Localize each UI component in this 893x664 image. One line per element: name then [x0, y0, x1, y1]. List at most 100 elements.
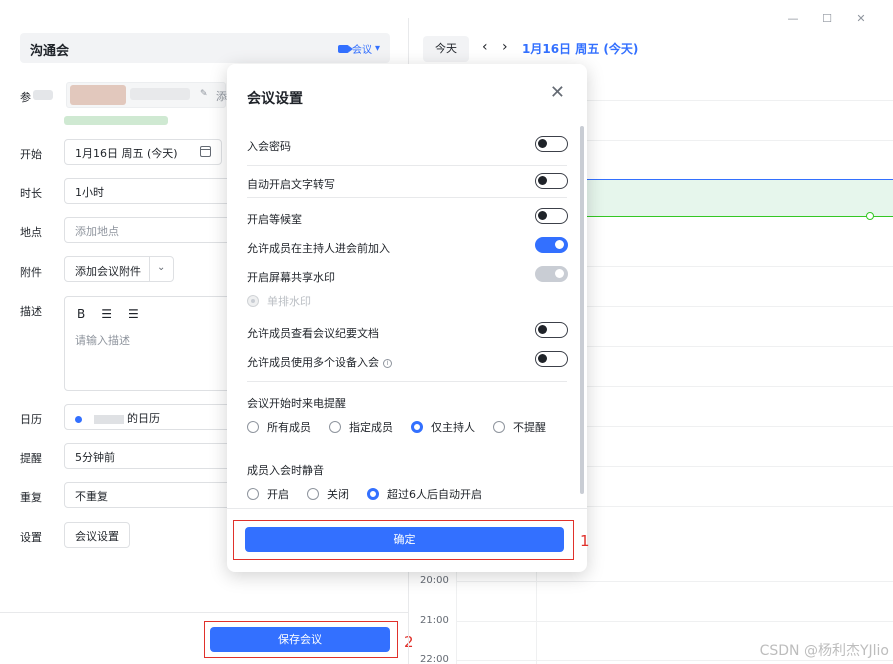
reminder-radio-group: 所有成员 指定成员 仅主持人 不提醒 [247, 419, 564, 435]
reminder-section-title: 会议开始时来电提醒 [247, 397, 346, 410]
description-editor[interactable]: B ☰ ☰ 请输入描述 [64, 296, 234, 391]
repeat-label: 重复 [20, 491, 42, 504]
start-date-field[interactable]: 1月16日 周五 (今天) [64, 139, 222, 165]
add-attachment-button[interactable]: 添加会议附件 [75, 263, 141, 279]
duration-field[interactable]: 1小时 [64, 178, 234, 204]
reminder-option-none[interactable]: 不提醒 [493, 419, 546, 435]
duration-value: 1小时 [75, 186, 104, 199]
option-waiting-room-label: 开启等候室 [247, 213, 302, 226]
toggle-multi-device[interactable] [535, 351, 568, 367]
calendar-select[interactable]: 的日历 [64, 404, 234, 430]
radio-reminder-host-only[interactable] [411, 421, 423, 433]
close-window-icon[interactable]: ✕ [855, 12, 867, 25]
mute-option-auto[interactable]: 超过6人后自动开启 [367, 486, 482, 502]
option-multi-device-label: 允许成员使用多个设备入会 i [247, 354, 392, 370]
save-meeting-button[interactable]: 保存会议 [210, 627, 390, 652]
maximize-icon[interactable]: ☐ [821, 12, 833, 25]
mute-option-off-label: 关闭 [327, 488, 349, 501]
reminder-option-none-label: 不提醒 [513, 421, 546, 434]
meeting-settings-button[interactable]: 会议设置 [64, 522, 130, 548]
toggle-waiting-room[interactable] [535, 208, 568, 224]
toggle-password[interactable] [535, 136, 568, 152]
calendar-color-dot [75, 415, 82, 423]
mute-option-on[interactable]: 开启 [247, 486, 289, 502]
confirm-button[interactable]: 确定 [245, 527, 564, 552]
duration-label: 时长 [20, 187, 42, 200]
event-title: 沟通会 [30, 44, 70, 59]
start-label: 开始 [20, 148, 42, 161]
meeting-type-dropdown[interactable]: 会议 ▾ [337, 41, 380, 56]
toggle-view-minutes[interactable] [535, 322, 568, 338]
meeting-settings-dialog: 会议设置 ✕ 入会密码 自动开启文字转写 开启等候室 允许成员在主持人进会前加入… [227, 64, 587, 572]
attachment-label: 附件 [20, 266, 42, 279]
location-field[interactable]: 添加地点 [64, 217, 234, 243]
location-label: 地点 [20, 226, 42, 239]
reminder-option-all-label: 所有成员 [267, 421, 311, 434]
attachment-button-group: 添加会议附件 ⌄ [64, 256, 174, 282]
time-label-20: 20:00 [420, 575, 449, 586]
resize-handle[interactable] [866, 212, 874, 220]
bullet-list-icon[interactable]: ☰ [128, 307, 139, 321]
meeting-settings-button-label: 会议设置 [75, 530, 119, 543]
reminder-option-all[interactable]: 所有成员 [247, 419, 311, 435]
time-label-21: 21:00 [420, 615, 449, 626]
time-label-22: 22:00 [420, 654, 449, 664]
calendar-date-title: 1月16日 周五 (今天) [522, 42, 639, 56]
settings-label: 设置 [20, 531, 42, 544]
radio-reminder-specified[interactable] [329, 421, 341, 433]
chevron-down-icon[interactable]: ⌄ [157, 262, 165, 273]
divider [247, 197, 567, 198]
radio-mute-auto[interactable] [367, 488, 379, 500]
reminder-option-specified-label: 指定成员 [349, 421, 393, 434]
option-transcription-label: 自动开启文字转写 [247, 178, 335, 191]
reminder-option-host-only[interactable]: 仅主持人 [411, 419, 475, 435]
repeat-select[interactable]: 不重复 [64, 482, 234, 508]
grid-line [456, 621, 893, 622]
reminder-option-specified[interactable]: 指定成员 [329, 419, 393, 435]
annotation-box-1: 确定 [233, 520, 574, 560]
toggle-join-before-host[interactable] [535, 237, 568, 253]
today-button[interactable]: 今天 [423, 36, 469, 62]
participants-add-label[interactable]: 添 [216, 88, 227, 104]
calendar-value: 的日历 [127, 412, 160, 425]
dialog-scrollbar[interactable] [580, 126, 584, 494]
dialog-title: 会议设置 [247, 91, 303, 107]
toggle-transcription[interactable] [535, 173, 568, 189]
current-time-line [586, 216, 893, 217]
calendar-icon [200, 146, 211, 157]
radio-reminder-all[interactable] [247, 421, 259, 433]
window-controls: — ☐ ✕ [787, 12, 867, 25]
next-day-icon[interactable]: › [502, 39, 508, 55]
reminder-select[interactable]: 5分钟前 [64, 443, 234, 469]
grid-line [456, 581, 893, 582]
footer-divider [0, 612, 408, 613]
edit-icon[interactable]: ✎ [200, 89, 208, 99]
start-date-value: 1月16日 周五 (今天) [75, 147, 178, 160]
annotation-marker-1: 1 [580, 532, 590, 550]
event-block[interactable] [586, 179, 893, 220]
option-multi-device-text: 允许成员使用多个设备入会 [247, 356, 379, 369]
mute-option-on-label: 开启 [267, 488, 289, 501]
radio-mute-on[interactable] [247, 488, 259, 500]
option-join-before-host-label: 允许成员在主持人进会前加入 [247, 242, 390, 255]
annotation-box-2: 保存会议 [204, 621, 398, 658]
bold-icon[interactable]: B [77, 307, 85, 321]
option-watermark-label: 开启屏幕共享水印 [247, 271, 335, 284]
close-icon[interactable]: ✕ [550, 84, 565, 102]
reminder-option-host-only-label: 仅主持人 [431, 421, 475, 434]
radio-mute-off[interactable] [307, 488, 319, 500]
prev-day-icon[interactable]: ‹ [482, 39, 488, 55]
info-icon[interactable]: i [383, 358, 392, 368]
option-password-label: 入会密码 [247, 140, 291, 153]
ordered-list-icon[interactable]: ☰ [101, 307, 112, 321]
minimize-icon[interactable]: — [787, 12, 799, 25]
grid-line [456, 660, 893, 661]
reminder-label: 提醒 [20, 452, 42, 465]
mute-option-off[interactable]: 关闭 [307, 486, 349, 502]
toggle-watermark[interactable] [535, 266, 568, 282]
radio-reminder-none[interactable] [493, 421, 505, 433]
participant-avatar-blurred [70, 85, 126, 105]
calendar-owner-blurred [93, 414, 124, 424]
event-title-field[interactable]: 沟通会 会议 ▾ [20, 33, 390, 63]
description-label: 描述 [20, 305, 42, 318]
